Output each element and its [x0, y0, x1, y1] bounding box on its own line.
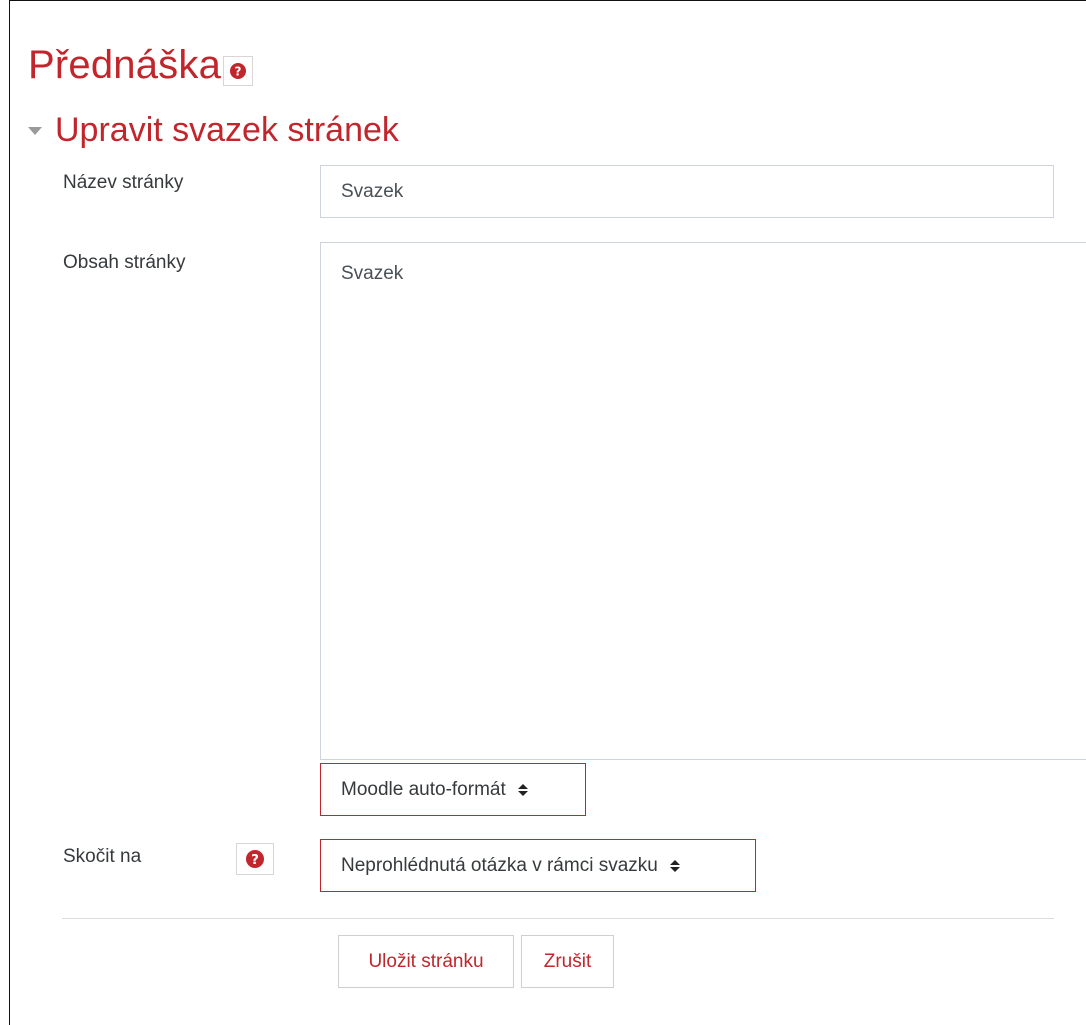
select-arrows-icon	[669, 859, 680, 872]
question-circle-icon: ?	[246, 850, 264, 868]
form-divider	[62, 918, 1054, 919]
save-page-button[interactable]: Uložit stránku	[338, 935, 514, 988]
page-name-value: Svazek	[341, 180, 404, 202]
page-title: Přednáška	[28, 43, 222, 87]
page-content-label: Obsah stránky	[63, 252, 186, 273]
select-arrows-icon	[517, 783, 528, 796]
window-border-top	[9, 0, 1086, 1]
page-help-button[interactable]: ?	[223, 56, 254, 86]
jump-to-select-value: Neprohlédnutá otázka v rámci svazku	[341, 854, 658, 876]
page-name-label: Název stránky	[63, 172, 184, 193]
caret-down-icon	[28, 127, 42, 135]
jump-to-help-button[interactable]: ?	[236, 843, 274, 875]
question-circle-icon: ?	[230, 63, 247, 79]
page-content-value: Svazek	[341, 263, 404, 284]
svg-text:?: ?	[235, 64, 242, 78]
format-select-value: Moodle auto-formát	[341, 778, 506, 800]
jump-to-label: Skočit na	[63, 846, 142, 867]
svg-text:?: ?	[251, 852, 259, 868]
cancel-button[interactable]: Zrušit	[521, 935, 614, 988]
page-name-input[interactable]: Svazek	[320, 165, 1054, 218]
section-title: Upravit svazek stránek	[55, 111, 399, 149]
jump-to-select[interactable]: Neprohlédnutá otázka v rámci svazku	[320, 839, 756, 892]
section-header-toggle[interactable]: Upravit svazek stránek	[28, 110, 399, 150]
window-border-left	[9, 0, 10, 1025]
page-content-editor[interactable]: Svazek	[320, 242, 1086, 760]
page-header: Přednáška ?	[28, 38, 254, 88]
format-select[interactable]: Moodle auto-formát	[320, 763, 586, 816]
